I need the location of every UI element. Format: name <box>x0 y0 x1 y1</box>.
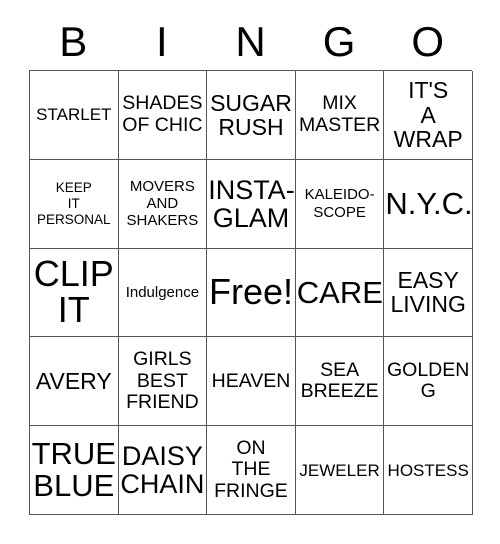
bingo-cell-label: CARE <box>296 274 383 310</box>
bingo-cell-label: JEWELER <box>299 460 380 480</box>
bingo-cell[interactable]: GIRLS BEST FRIEND <box>118 337 208 427</box>
bingo-cell[interactable]: CARE <box>295 248 385 338</box>
bingo-cell[interactable]: KALEIDO- SCOPE <box>295 159 385 249</box>
bingo-cell-label: SUGAR RUSH <box>210 89 292 140</box>
bingo-header-letter-i: I <box>156 18 168 65</box>
bingo-cell-label: GOLDEN G <box>386 358 470 403</box>
bingo-cell[interactable]: DAISY CHAIN <box>118 426 208 515</box>
bingo-card: B I N G O STARLET SHADES OF CHIC SUGAR R… <box>0 0 500 544</box>
bingo-cell[interactable]: MIX MASTER <box>295 71 385 160</box>
bingo-cell-label: N.Y.C. <box>385 185 473 221</box>
bingo-cell-label: EASY LIVING <box>390 267 466 318</box>
bingo-free-space-cell[interactable]: Free! <box>207 248 296 338</box>
bingo-cell[interactable]: GOLDEN G <box>384 337 473 427</box>
bingo-header-letter-b: B <box>59 18 88 65</box>
bingo-header-letter-o: O <box>411 18 444 65</box>
bingo-row: AVERY GIRLS BEST FRIEND HEAVEN SEA BREEZ… <box>30 337 473 427</box>
bingo-cell[interactable]: SEA BREEZE <box>295 337 385 427</box>
bingo-cell-label: INSTA- GLAM <box>208 174 295 233</box>
bingo-cell[interactable]: N.Y.C. <box>384 159 473 249</box>
bingo-header-letter-n: N <box>235 18 266 65</box>
bingo-cell[interactable]: IT'S A WRAP <box>384 71 473 160</box>
bingo-cell[interactable]: INSTA- GLAM <box>207 159 296 249</box>
bingo-cell-label: STARLET <box>36 105 112 125</box>
bingo-header-letter-g: G <box>322 18 356 65</box>
bingo-row: KEEP IT PERSONAL MOVERS AND SHAKERS INST… <box>30 159 473 249</box>
bingo-cell-label: MOVERS AND SHAKERS <box>126 177 199 230</box>
bingo-cell[interactable]: MOVERS AND SHAKERS <box>118 159 208 249</box>
bingo-cell[interactable]: STARLET <box>30 71 119 160</box>
bingo-cell[interactable]: JEWELER <box>295 426 385 515</box>
bingo-cell-label: DAISY CHAIN <box>120 441 205 500</box>
bingo-cell[interactable]: SUGAR RUSH <box>207 71 296 160</box>
bingo-cell[interactable]: KEEP IT PERSONAL <box>30 159 119 249</box>
bingo-row: CLIP IT Indulgence Free! CARE EASY LIVIN… <box>30 248 473 338</box>
bingo-row: STARLET SHADES OF CHIC SUGAR RUSH MIX MA… <box>30 71 473 160</box>
bingo-free-space-label: Free! <box>208 271 293 313</box>
bingo-cell-label: SHADES OF CHIC <box>122 92 203 136</box>
bingo-header-row: B I N G O <box>29 14 472 70</box>
bingo-cell[interactable]: AVERY <box>30 337 119 427</box>
bingo-cell-label: KALEIDO- SCOPE <box>304 186 375 221</box>
bingo-cell[interactable]: Indulgence <box>118 248 208 338</box>
bingo-cell[interactable]: ON THE FRINGE <box>207 426 296 515</box>
bingo-cell-label: HEAVEN <box>211 369 291 392</box>
bingo-cell-label: GIRLS BEST FRIEND <box>126 348 199 413</box>
bingo-cell[interactable]: HEAVEN <box>207 337 296 427</box>
bingo-grid: STARLET SHADES OF CHIC SUGAR RUSH MIX MA… <box>29 70 473 515</box>
bingo-cell-label: Indulgence <box>125 283 200 301</box>
bingo-cell-label: IT'S A WRAP <box>393 77 463 153</box>
bingo-cell-label: TRUE BLUE <box>31 436 116 504</box>
bingo-cell[interactable]: SHADES OF CHIC <box>118 71 208 160</box>
bingo-cell-label: SEA BREEZE <box>300 358 379 403</box>
bingo-cell-label: AVERY <box>35 368 112 395</box>
bingo-cell-label: MIX MASTER <box>298 92 381 136</box>
bingo-cell-label: HOSTESS <box>387 460 469 480</box>
bingo-cell-label: ON THE FRINGE <box>214 436 288 502</box>
bingo-cell[interactable]: TRUE BLUE <box>30 426 119 515</box>
bingo-row: TRUE BLUE DAISY CHAIN ON THE FRINGE JEWE… <box>30 426 473 515</box>
bingo-cell-label: KEEP IT PERSONAL <box>37 179 111 227</box>
bingo-cell[interactable]: HOSTESS <box>384 426 473 515</box>
bingo-cell[interactable]: CLIP IT <box>30 248 119 338</box>
bingo-cell-label: CLIP IT <box>33 253 114 331</box>
bingo-cell[interactable]: EASY LIVING <box>384 248 473 338</box>
